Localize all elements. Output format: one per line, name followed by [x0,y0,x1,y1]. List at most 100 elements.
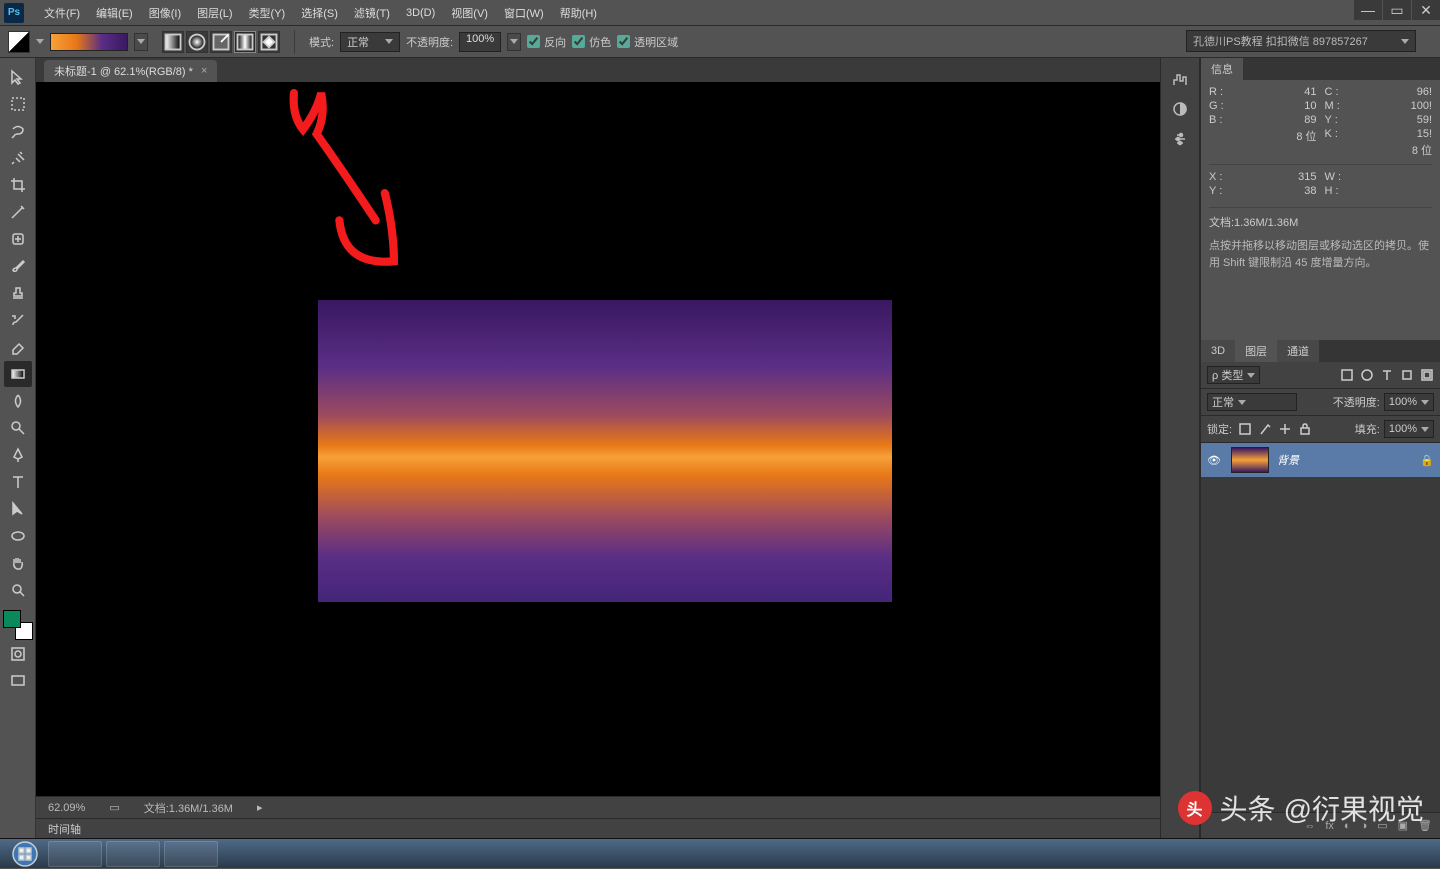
menu-type[interactable]: 类型(Y) [241,2,294,24]
lock-position-icon[interactable] [1278,422,1292,436]
screenmode-toggle[interactable] [4,668,32,694]
zoom-tool[interactable] [4,577,32,603]
blend-mode-select[interactable]: 正常 [340,32,400,52]
close-button[interactable]: ✕ [1412,0,1440,20]
menu-layer[interactable]: 图层(L) [189,2,240,24]
opacity-dropdown[interactable] [507,33,521,51]
layer-row-background[interactable]: 👁 背景 🔒 [1201,443,1440,477]
eraser-tool[interactable] [4,334,32,360]
dodge-tool[interactable] [4,415,32,441]
layer-filter-select[interactable]: ρ 类型 [1207,366,1260,384]
gradient-reflected[interactable] [234,31,256,53]
doc-info[interactable]: 文档:1.36M/1.36M [144,800,233,816]
document-tab[interactable]: 未标题-1 @ 62.1%(RGB/8) * × [44,60,217,82]
layer-opacity-input[interactable]: 100% [1384,393,1434,411]
layer-thumbnail[interactable] [1231,447,1269,473]
menu-window[interactable]: 窗口(W) [496,2,552,24]
gradient-artwork [318,300,892,602]
color-swatches[interactable] [3,610,33,640]
marquee-tool[interactable] [4,91,32,117]
gradient-preview[interactable] [50,33,128,51]
tab-3d[interactable]: 3D [1201,340,1235,362]
filter-text-icon[interactable] [1380,368,1394,382]
menu-select[interactable]: 选择(S) [293,2,346,24]
hand-tool[interactable] [4,550,32,576]
blur-tool[interactable] [4,388,32,414]
opacity-label: 不透明度: [406,34,453,50]
filter-shape-icon[interactable] [1400,368,1414,382]
opacity-input[interactable]: 100% [459,32,501,52]
gradient-radial[interactable] [186,31,208,53]
start-button[interactable] [6,839,44,869]
tab-layers[interactable]: 图层 [1235,340,1277,362]
lock-label: 锁定: [1207,421,1232,437]
app-logo: Ps [4,3,24,23]
gradient-diamond[interactable] [258,31,280,53]
taskbar-item[interactable] [106,841,160,867]
layer-name[interactable]: 背景 [1277,452,1299,468]
histogram-icon[interactable] [1166,66,1194,92]
move-tool[interactable] [4,64,32,90]
timeline-panel-tab[interactable]: 时间轴 [36,818,1160,838]
menu-file[interactable]: 文件(F) [36,2,88,24]
layer-lock-bar: 锁定: 填充: 100% [1201,416,1440,443]
filter-adjust-icon[interactable] [1360,368,1374,382]
layer-blend-select[interactable]: 正常 [1207,393,1297,411]
history-brush-tool[interactable] [4,307,32,333]
menu-view[interactable]: 视图(V) [443,2,496,24]
heal-tool[interactable] [4,226,32,252]
stamp-tool[interactable] [4,280,32,306]
pen-tool[interactable] [4,442,32,468]
dither-checkbox[interactable]: 仿色 [572,34,611,50]
zoom-readout[interactable]: 62.09% [48,802,85,814]
gradient-tool[interactable] [4,361,32,387]
watermark-overlay: 头 头条 @衍果视觉 [1178,788,1424,828]
lock-all-icon[interactable] [1298,422,1312,436]
menu-image[interactable]: 图像(I) [141,2,189,24]
quickmask-toggle[interactable] [4,641,32,667]
layer-fill-input[interactable]: 100% [1384,420,1434,438]
canvas[interactable] [36,82,1160,796]
menu-3d[interactable]: 3D(D) [398,4,443,22]
adjustments-icon[interactable] [1166,96,1194,122]
path-select-tool[interactable] [4,496,32,522]
taskbar-item[interactable] [164,841,218,867]
tool-preset-picker[interactable] [8,31,30,53]
close-icon[interactable]: × [201,65,207,77]
info-hint: 点按并拖移以移动图层或移动选区的拷贝。使用 Shift 键限制沿 45 度增量方… [1209,238,1432,271]
wand-tool[interactable] [4,145,32,171]
lock-pixel-icon[interactable] [1258,422,1272,436]
menu-filter[interactable]: 滤镜(T) [346,2,398,24]
mode-label: 模式: [309,34,334,50]
document-tabs: 未标题-1 @ 62.1%(RGB/8) * × [36,58,1160,82]
taskbar-item[interactable] [48,841,102,867]
filter-pixel-icon[interactable] [1340,368,1354,382]
reverse-checkbox[interactable]: 反向 [527,34,566,50]
crop-tool[interactable] [4,172,32,198]
tab-info[interactable]: 信息 [1201,58,1243,80]
eyedropper-tool[interactable] [4,199,32,225]
lock-icon[interactable]: 🔒 [1420,454,1434,467]
lock-transparent-icon[interactable] [1238,422,1252,436]
chevron-down-icon[interactable] [36,39,44,44]
gradient-picker-dropdown[interactable] [134,33,148,51]
foreground-color[interactable] [3,610,21,628]
filter-smart-icon[interactable] [1420,368,1434,382]
info-doc-size: 文档:1.36M/1.36M [1209,207,1432,230]
lasso-tool[interactable] [4,118,32,144]
brush-tool[interactable] [4,253,32,279]
watermark-label: 孔德川PS教程 扣扣微信 897857267 [1186,30,1416,52]
shape-tool[interactable] [4,523,32,549]
transparency-checkbox[interactable]: 透明区域 [617,34,678,50]
menu-help[interactable]: 帮助(H) [552,2,605,24]
gradient-linear[interactable] [162,31,184,53]
maximize-button[interactable]: ▭ [1383,0,1411,20]
properties-icon[interactable] [1166,126,1194,152]
info-panel-tabs: 信息 [1201,58,1440,80]
visibility-eye-icon[interactable]: 👁 [1207,454,1223,467]
menu-edit[interactable]: 编辑(E) [88,2,141,24]
tab-channels[interactable]: 通道 [1277,340,1319,362]
minimize-button[interactable]: — [1354,0,1382,20]
text-tool[interactable] [4,469,32,495]
gradient-angle[interactable] [210,31,232,53]
